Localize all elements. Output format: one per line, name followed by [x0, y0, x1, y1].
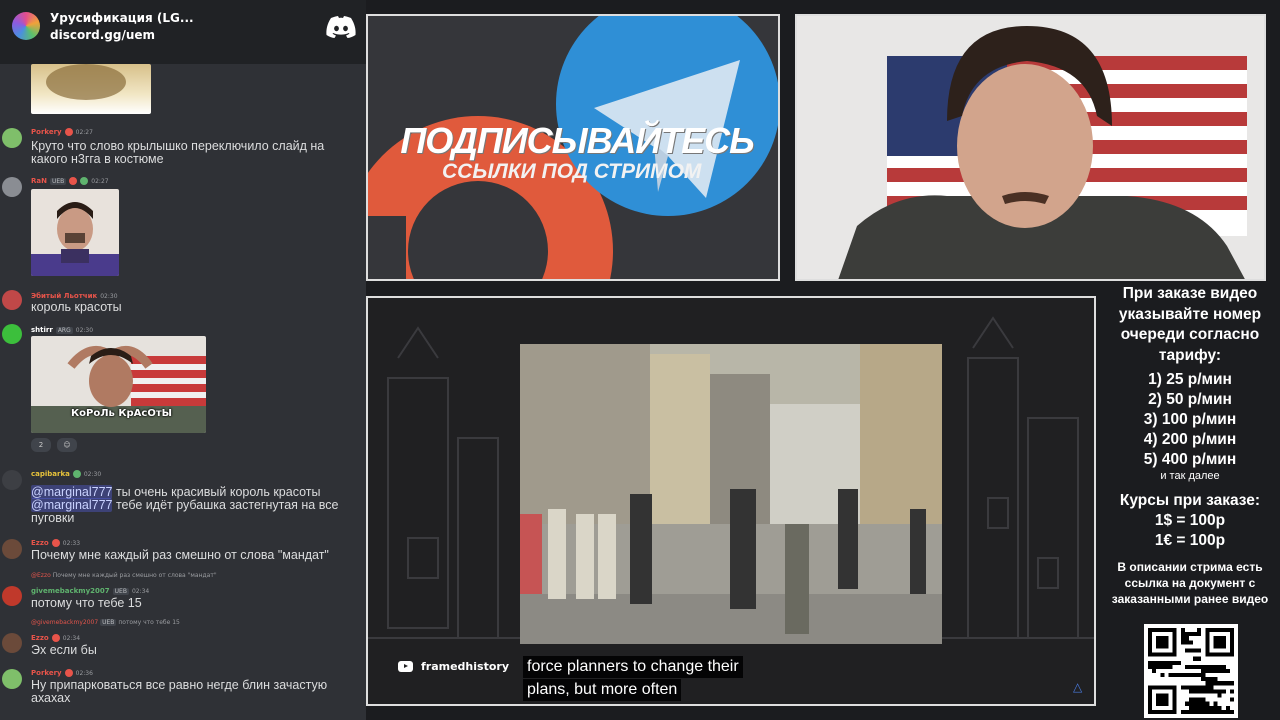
attached-image[interactable] [31, 189, 119, 276]
reply-username: @Ezzo [31, 572, 51, 579]
badge-icon [51, 634, 60, 642]
message-text-part: ты очень красивый король красоты [112, 485, 321, 499]
message-text: Эх если бы [31, 643, 97, 657]
server-icon[interactable] [12, 12, 40, 40]
channel-name: framedhistory [421, 660, 509, 673]
tariff-list: 1) 25 р/мин 2) 50 р/мин 3) 100 р/мин 4) … [1100, 370, 1280, 470]
reply-text: потому что тебе 15 [118, 619, 180, 626]
timestamp: 02:27 [91, 177, 109, 185]
info-heading: При заказе видео указывайте номер очеред… [1118, 285, 1262, 364]
user-tag: UEB [49, 177, 67, 185]
username[interactable]: Ezzo [31, 634, 49, 642]
channel-label[interactable]: framedhistory [398, 660, 509, 673]
webcam-feed [795, 14, 1266, 281]
description-note: В описании стрима есть ссылка на докумен… [1111, 560, 1269, 606]
image-caption: КоРоЛь КрАсОтЫ [71, 408, 173, 419]
promo-title: ПОДПИСЫВАЙТЕСЬ [400, 120, 754, 161]
youtube-icon [398, 661, 413, 672]
user-avatar[interactable] [2, 539, 22, 559]
timestamp: 02:30 [100, 292, 118, 300]
reply-reference[interactable]: @Ezzo Почему мне каждый раз смешно от сл… [31, 572, 217, 579]
reply-reference[interactable]: @givemebackmy2007 UEB потому что тебе 15 [31, 619, 180, 626]
user-avatar[interactable] [2, 177, 22, 197]
user-tag: UEB [112, 587, 129, 595]
username[interactable]: Ezzo [31, 539, 49, 547]
rate-eur: 1€ = 100р [1154, 532, 1226, 549]
message-text: Круто что слово крылышко переключило сла… [31, 139, 325, 166]
promo-banner: ПОДПИСЫВАЙТЕСЬ ССЫЛКИ ПОД СТРИМОМ [366, 14, 780, 281]
timestamp: 02:33 [62, 539, 81, 547]
timestamp: 02:30 [75, 326, 94, 334]
badge-icon [72, 470, 81, 478]
username[interactable]: givemebackmy2007 [31, 587, 110, 595]
attached-image[interactable]: КоРоЛь КрАсОтЫ [31, 336, 206, 433]
user-avatar[interactable] [2, 128, 22, 148]
badge-icon [64, 669, 73, 677]
qr-code[interactable] [1144, 624, 1238, 718]
message-text: потому что тебе 15 [31, 596, 142, 610]
user-tag: ARG [55, 326, 73, 334]
video-still [520, 344, 942, 644]
promo-subtitle: ССЫЛКИ ПОД СТРИМОМ [442, 160, 702, 183]
rate-usd: 1$ = 100р [1154, 512, 1226, 529]
username[interactable]: RaN [31, 177, 47, 185]
tariff-etc: и так далее [1160, 470, 1220, 482]
timestamp: 02:34 [62, 634, 81, 642]
badge-icon [51, 539, 60, 547]
username[interactable]: shtirr [31, 326, 53, 334]
tariff-item: 5) 400 р/мин [1143, 451, 1237, 468]
subtitle-line: plans, but more often [523, 679, 682, 701]
user-mention[interactable]: @marginal777 [31, 485, 113, 499]
chat-header: Урусификация (LG... discord.gg/uem [0, 0, 366, 64]
qr-code-icon [1148, 628, 1234, 714]
badge-icon [69, 177, 78, 185]
tariff-item: 3) 100 р/мин [1143, 411, 1237, 428]
subtitle-line: force planners to change their [523, 656, 743, 678]
discord-icon [326, 16, 356, 38]
message-text: Почему мне каждый раз смешно от слова "м… [31, 548, 329, 562]
message-text: @marginal777 ты очень красивый король кр… [31, 485, 361, 525]
badge-icon [64, 128, 73, 136]
video-frame[interactable] [520, 344, 942, 644]
reaction-count: 2 [38, 441, 44, 449]
user-avatar[interactable] [2, 324, 22, 344]
user-avatar[interactable] [2, 669, 22, 689]
reaction-button[interactable]: 2 [31, 438, 51, 452]
timestamp: 02:27 [75, 128, 93, 136]
timestamp: 02:36 [75, 669, 93, 677]
server-invite-link[interactable]: discord.gg/uem [50, 28, 155, 42]
user-avatar[interactable] [2, 586, 22, 606]
add-reaction-button[interactable]: ☺ [57, 438, 77, 452]
webcam-image [797, 16, 1264, 279]
reply-text: Почему мне каждый раз смешно от слова "м… [52, 572, 217, 579]
timestamp: 02:30 [83, 470, 102, 478]
username[interactable]: Porkery [31, 128, 62, 136]
username[interactable]: Эбитый Льотчик [31, 292, 97, 300]
badge-icon [80, 177, 89, 185]
watermark-icon: △ [1073, 680, 1083, 694]
message-text: король красоты [31, 300, 122, 314]
username[interactable]: Porkery [31, 669, 62, 677]
username[interactable]: capibarka [31, 470, 70, 478]
tariff-item: 2) 50 р/мин [1148, 391, 1232, 408]
user-avatar[interactable] [2, 290, 22, 310]
timestamp: 02:34 [131, 587, 150, 595]
reply-username: @givemebackmy2007 [31, 619, 99, 626]
user-mention[interactable]: @marginal777 [31, 498, 113, 512]
user-tag: UEB [100, 619, 117, 626]
chat-panel: Урусификация (LG... discord.gg/uem Porke… [0, 0, 366, 720]
message-text: Ну припарковаться все равно негде блин з… [31, 678, 328, 705]
video-player[interactable]: framedhistory force planners to change t… [366, 296, 1096, 706]
rates-title: Курсы при заказе: [1119, 492, 1261, 509]
info-panel: При заказе видео указывайте номер очеред… [1100, 284, 1280, 720]
server-name: Урусификация (LG... [50, 11, 194, 25]
tariff-item: 1) 25 р/мин [1148, 371, 1232, 388]
attached-image[interactable] [31, 64, 151, 114]
tariff-item: 4) 200 р/мин [1143, 431, 1237, 448]
user-avatar[interactable] [2, 470, 22, 490]
user-avatar[interactable] [2, 633, 22, 653]
